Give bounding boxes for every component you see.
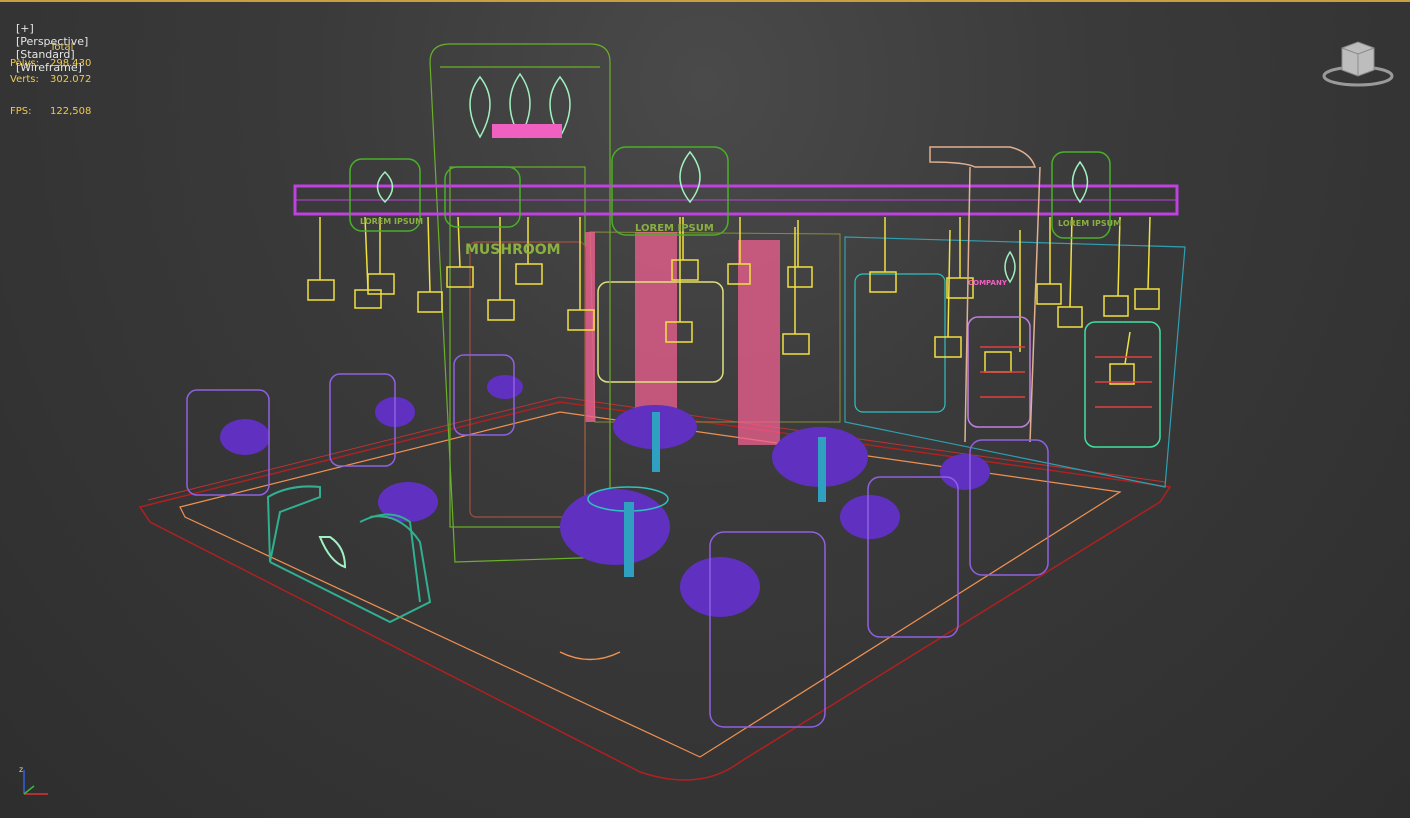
fps-value: 122,508 xyxy=(50,106,92,117)
axis-z-label: z xyxy=(19,765,23,774)
fps-label: FPS: xyxy=(10,106,32,117)
viewport-menu-plus[interactable]: [+] xyxy=(16,22,34,35)
axis-tripod-icon: z xyxy=(19,765,48,795)
sign-text-2: LOREM IPSUM xyxy=(635,223,714,234)
sign-text-1: MUSHROOM xyxy=(465,242,561,258)
polys-value: 298.430 xyxy=(50,58,92,69)
tables-chairs xyxy=(220,375,990,617)
central-tower xyxy=(429,43,611,563)
sign-text-3: LOREM IPSUM xyxy=(360,217,423,226)
sign-text-5: COMPANY xyxy=(968,279,1008,287)
verts-label: Verts: xyxy=(10,74,39,85)
leaf-signs xyxy=(349,72,1111,284)
viewcube-icon[interactable] xyxy=(1320,40,1396,88)
wall-shelves xyxy=(929,146,1161,448)
polys-label: Polys: xyxy=(10,58,40,69)
wireframe-scene[interactable]: MUSHROOM LOREM IPSUM LOREM IPSUM LOREM I… xyxy=(0,2,1410,818)
sign-text-4: LOREM IPSUM xyxy=(1058,219,1121,228)
top-truss xyxy=(293,184,1179,216)
statistics-overlay: Total Polys: 298.430 Verts: 302.072 FPS: 12… xyxy=(10,40,110,120)
verts-value: 302.072 xyxy=(50,74,92,85)
3d-viewport[interactable]: MUSHROOM LOREM IPSUM LOREM IPSUM LOREM I… xyxy=(0,0,1410,818)
stats-header: Total xyxy=(50,42,74,53)
